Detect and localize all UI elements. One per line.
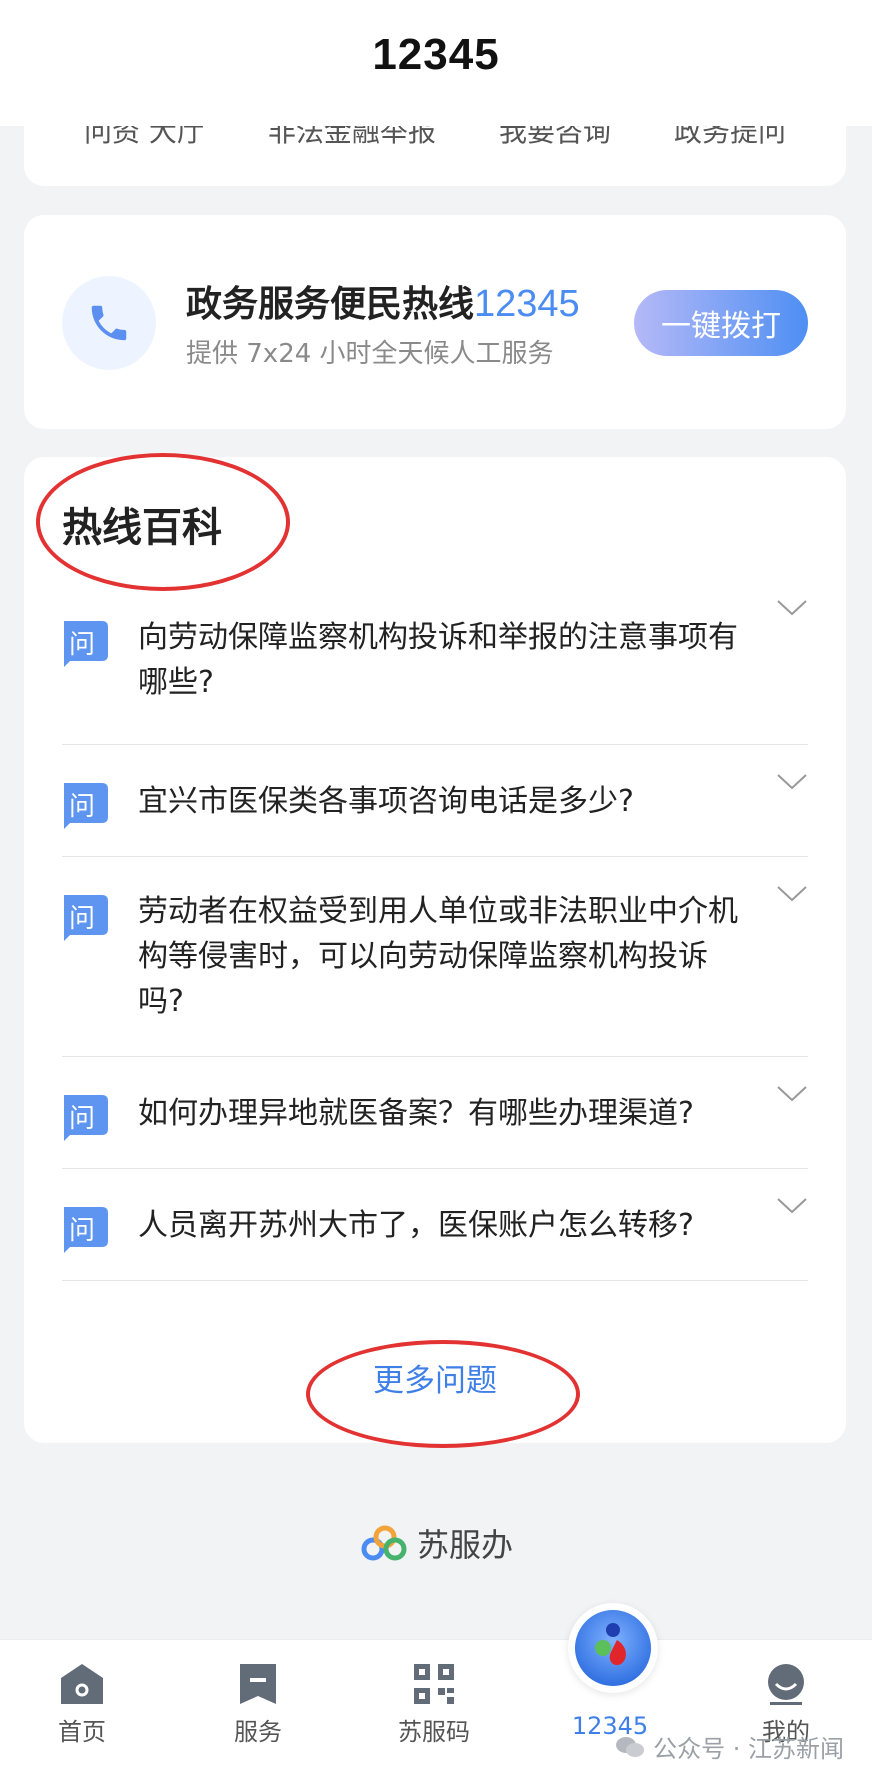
question-badge-label: 问 — [69, 792, 96, 822]
tab-label: 服务 — [234, 1718, 282, 1746]
hotline-title: 政务服务便民热线12345 — [186, 275, 580, 327]
question-badge-label: 问 — [69, 1104, 96, 1134]
faq-item[interactable]: 问 如何办理异地就医备案？有哪些办理渠道? — [62, 1057, 808, 1169]
faq-item[interactable]: 问 劳动者在权益受到用人单位或非法职业中介机构等侵害时，可以向劳动保障监察机构投… — [62, 857, 808, 1057]
service-icon — [240, 1664, 276, 1704]
tab-home[interactable]: 首页 — [22, 1662, 142, 1747]
sufuban-logo-icon — [361, 1525, 407, 1561]
tab-label: 首页 — [58, 1718, 106, 1746]
app-header: 12345 — [0, 0, 872, 126]
question-badge-icon: 问 — [62, 783, 108, 829]
question-badge-icon: 问 — [62, 1207, 108, 1253]
call-button[interactable]: 一键拨打 — [634, 290, 808, 356]
question-badge-label: 问 — [69, 630, 96, 660]
tab-service[interactable]: 服务 — [198, 1662, 318, 1747]
question-badge-icon: 问 — [62, 621, 108, 667]
faq-question: 劳动者在权益受到用人单位或非法职业中介机构等侵害时，可以向劳动保障监察机构投诉吗… — [138, 894, 738, 1019]
more-questions-link[interactable]: 更多问题 — [24, 1355, 846, 1400]
brand-name: 苏服办 — [416, 1526, 513, 1564]
question-badge-label: 问 — [69, 1216, 96, 1246]
hotline-title-text: 政务服务便民热线 — [186, 284, 475, 325]
hotline-card: 政务服务便民热线12345 提供 7x24 小时全天候人工服务 一键拨打 — [24, 215, 846, 429]
chevron-down-icon[interactable] — [776, 1085, 808, 1103]
profile-icon — [768, 1664, 804, 1705]
question-badge-icon: 问 — [62, 1095, 108, 1141]
watermark-text: 公众号 · 江苏新闻 — [653, 1735, 844, 1763]
hotline-logo-icon — [575, 1610, 651, 1686]
tab-12345-logo[interactable] — [568, 1603, 658, 1693]
qr-code-icon — [414, 1664, 454, 1704]
faq-question: 如何办理异地就医备案？有哪些办理渠道? — [138, 1096, 694, 1131]
hotline-subtitle: 提供 7x24 小时全天候人工服务 — [186, 339, 554, 369]
watermark: 公众号 · 江苏新闻 — [615, 1729, 844, 1764]
question-badge-icon: 问 — [62, 895, 108, 941]
faq-item[interactable]: 问 人员离开苏州大市了，医保账户怎么转移? — [62, 1169, 808, 1281]
faq-question: 人员离开苏州大市了，医保账户怎么转移? — [138, 1208, 694, 1243]
hotline-number: 12345 — [474, 283, 580, 325]
faq-card: 热线百科 问 向劳动保障监察机构投诉和举报的注意事项有哪些? 问 宜兴市医保类各… — [24, 457, 846, 1443]
faq-question: 宜兴市医保类各事项咨询电话是多少? — [138, 784, 634, 819]
chevron-down-icon[interactable] — [776, 885, 808, 903]
brand-footer: 苏服办 — [0, 1520, 872, 1566]
chevron-down-icon[interactable] — [776, 773, 808, 791]
chevron-down-icon[interactable] — [776, 1197, 808, 1215]
phone-icon — [62, 276, 156, 370]
faq-item[interactable]: 问 宜兴市医保类各事项咨询电话是多少? — [62, 745, 808, 857]
wechat-icon — [616, 1736, 645, 1757]
tab-qr-code[interactable]: 苏服码 — [374, 1662, 494, 1747]
tab-label: 苏服码 — [398, 1718, 470, 1746]
chevron-down-icon[interactable] — [776, 599, 808, 617]
faq-question: 向劳动保障监察机构投诉和举报的注意事项有哪些? — [138, 620, 738, 700]
question-badge-label: 问 — [69, 904, 96, 934]
page-title: 12345 — [372, 30, 500, 79]
home-icon — [61, 1664, 103, 1704]
faq-item[interactable]: 问 向劳动保障监察机构投诉和举报的注意事项有哪些? — [62, 587, 808, 745]
faq-section-title: 热线百科 — [62, 505, 222, 551]
